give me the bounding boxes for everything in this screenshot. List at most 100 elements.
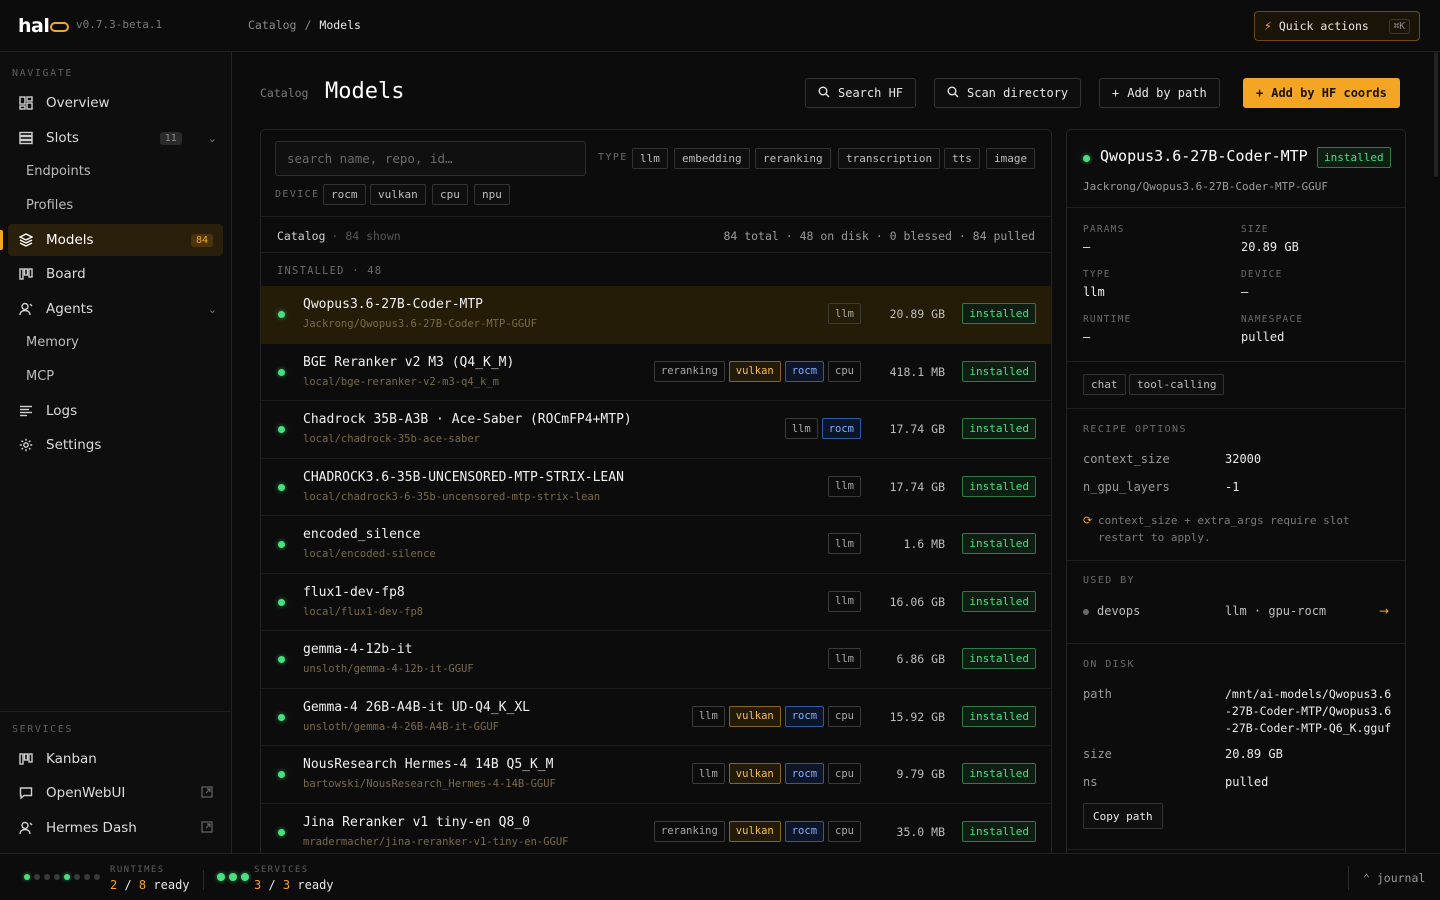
sidebar-item-settings[interactable]: Settings	[8, 429, 223, 461]
type-chip-tts[interactable]: tts	[944, 148, 980, 169]
search-hf-button[interactable]: Search HF	[805, 78, 917, 108]
service-item-label: Kanban	[46, 751, 97, 767]
device-chip-vulkan[interactable]: vulkan	[370, 184, 426, 205]
plus-icon: +	[1256, 86, 1264, 100]
recipe-value[interactable]: 32000	[1225, 452, 1261, 466]
status-badge: installed	[962, 418, 1036, 439]
model-repo: local/chadrock3-6-35b-uncensored-mtp-str…	[303, 490, 601, 503]
runtimes-label: RUNTIMES	[110, 865, 165, 875]
device-chip-rocm[interactable]: rocm	[323, 184, 366, 205]
tag-llm: llm	[828, 475, 861, 497]
sidebar-item-memory[interactable]: Memory	[8, 326, 223, 358]
device-value: —	[1241, 285, 1249, 299]
model-detail-panel: Qwopus3.6-27B-Coder-MTP installed Jackro…	[1066, 129, 1406, 853]
runtime-status-dots[interactable]	[24, 874, 100, 880]
service-dot	[217, 873, 225, 881]
table-row[interactable]: Chadrock 35B-A3B · Ace-Saber (ROCmFP4+MT…	[261, 401, 1051, 459]
table-row[interactable]: gemma-4-12b-it unsloth/gemma-4-12b-it-GGU…	[261, 631, 1051, 689]
sidebar-item-mcp[interactable]: MCP	[8, 360, 223, 392]
chevron-down-icon[interactable]: ⌄	[208, 132, 217, 145]
runtime-dot	[94, 874, 100, 880]
sidebar-item-endpoints[interactable]: Endpoints	[8, 155, 223, 187]
status-dot	[278, 483, 285, 491]
status-dot	[278, 771, 285, 778]
copy-path-button[interactable]: Copy path	[1083, 803, 1163, 829]
tag-vulkan: vulkan	[728, 820, 781, 842]
table-row[interactable]: flux1-dev-fp8 local/flux1-dev-fp8 llm 16.06…	[261, 574, 1051, 631]
arrow-right-icon: →	[1378, 604, 1389, 618]
search-input[interactable]	[275, 141, 586, 176]
type-chip-transcription[interactable]: transcription	[838, 148, 941, 169]
table-row[interactable]: CHADROCK3.6-35B-UNCENSORED-MTP-STRIX-LEA…	[261, 459, 1051, 516]
tag-cpu: cpu	[828, 360, 861, 382]
board-icon	[18, 266, 34, 282]
type-chip-llm[interactable]: llm	[632, 148, 668, 169]
service-item-kanban[interactable]: Kanban	[8, 743, 223, 775]
sidebar-item-board[interactable]: Board	[8, 258, 223, 290]
table-row[interactable]: Qwopus3.6-27B-Coder-MTP Jackrong/Qwopus3.…	[261, 286, 1051, 344]
type-chip-reranking[interactable]: reranking	[755, 148, 831, 169]
model-name: CHADROCK3.6-35B-UNCENSORED-MTP-STRIX-LEA…	[303, 469, 624, 485]
divider	[1067, 643, 1405, 644]
size-label: SIZE	[1241, 224, 1269, 235]
sidebar-item-overview[interactable]: Overview	[8, 87, 223, 119]
sidebar-item-logs[interactable]: Logs	[8, 395, 223, 427]
breadcrumb-separator: /	[304, 18, 312, 32]
restart-note-text: context_size + extra_args require slot r…	[1098, 514, 1350, 544]
breadcrumb-catalog[interactable]: Catalog	[248, 18, 296, 32]
journal-toggle[interactable]: ⌃ journal	[1348, 866, 1425, 890]
add-by-path-button[interactable]: + Add by path	[1099, 78, 1220, 108]
service-item-label: OpenWebUI	[46, 785, 126, 801]
sidebar-item-agents[interactable]: Agents ⌄	[8, 293, 223, 325]
refresh-icon: ⟳	[1083, 514, 1093, 527]
used-by-name: devops	[1097, 604, 1141, 618]
table-row[interactable]: Gemma-4 26B-A4B-it UD-Q4_K_XL unsloth/gem…	[261, 689, 1051, 746]
model-tags: llm	[828, 303, 861, 324]
type-chip-image[interactable]: image	[986, 148, 1036, 169]
sidebar-item-profiles[interactable]: Profiles	[8, 189, 223, 221]
detail-repo[interactable]: Jackrong/Qwopus3.6-27B-Coder-MTP-GGUF	[1083, 180, 1328, 193]
table-row[interactable]: Jina Reranker v1 tiny-en Q8_0 mradermache…	[261, 804, 1051, 854]
type-value: llm	[1083, 285, 1105, 299]
recipe-value[interactable]: -1	[1225, 480, 1239, 494]
external-link-icon[interactable]	[201, 785, 213, 801]
sidebar-item-slots[interactable]: Slots 11 ⌄	[8, 122, 223, 154]
runtime-dot	[34, 874, 40, 880]
sidebar-item-label: Endpoints	[26, 163, 91, 179]
on-disk-size-value: 20.89 GB	[1225, 747, 1283, 761]
search-icon	[818, 86, 830, 101]
scan-directory-button[interactable]: Scan directory	[934, 78, 1082, 108]
tag-llm: llm	[691, 763, 725, 784]
page-scrollbar[interactable]	[1434, 52, 1438, 177]
type-chip-embedding[interactable]: embedding	[674, 148, 750, 169]
status-badge: installed	[962, 303, 1036, 324]
service-item-openwebui[interactable]: OpenWebUI	[8, 777, 223, 809]
halo-logo[interactable]: hal	[18, 14, 70, 38]
group-label-installed: INSTALLED · 48	[277, 265, 383, 277]
runtimes-ready-count: 2	[110, 878, 118, 892]
summary-catalog: Catalog	[277, 229, 326, 243]
quick-actions-button[interactable]: ⚡ Quick actions ⌘K	[1254, 11, 1420, 41]
service-status-dots[interactable]	[217, 873, 249, 881]
params-label: PARAMS	[1083, 224, 1125, 235]
model-name: Qwopus3.6-27B-Coder-MTP	[303, 297, 484, 312]
model-tags: llm rocm	[784, 418, 861, 439]
table-row[interactable]: BGE Reranker v2 M3 (Q4_K_M) local/bge-rer…	[261, 344, 1051, 401]
tag-rocm: rocm	[821, 418, 861, 439]
status-dot	[278, 828, 285, 836]
table-row[interactable]: NousResearch Hermes-4 14B Q5_K_M bartowsk…	[261, 746, 1051, 804]
sidebar-item-models[interactable]: Models 84	[0, 224, 223, 256]
services-ready-word: ready	[297, 878, 334, 892]
on-disk-path-key: path	[1083, 687, 1112, 701]
table-row[interactable]: encoded_silence local/encoded-silence llm 1…	[261, 516, 1051, 574]
device-chip-npu[interactable]: npu	[474, 184, 510, 205]
add-by-hf-coords-button[interactable]: + Add by HF coords	[1243, 78, 1400, 108]
chevron-down-icon[interactable]: ⌄	[208, 303, 217, 316]
device-chip-cpu[interactable]: cpu	[432, 184, 468, 205]
model-repo: unsloth/gemma-4-12b-it-GGUF	[303, 663, 474, 675]
hermes-icon	[18, 820, 34, 836]
service-item-hermes-dash[interactable]: Hermes Dash	[8, 812, 223, 844]
used-by-row[interactable]: devops llm · gpu-rocm →	[1083, 604, 1389, 622]
external-link-icon[interactable]	[201, 820, 213, 836]
bolt-icon: ⚡	[1264, 18, 1272, 34]
